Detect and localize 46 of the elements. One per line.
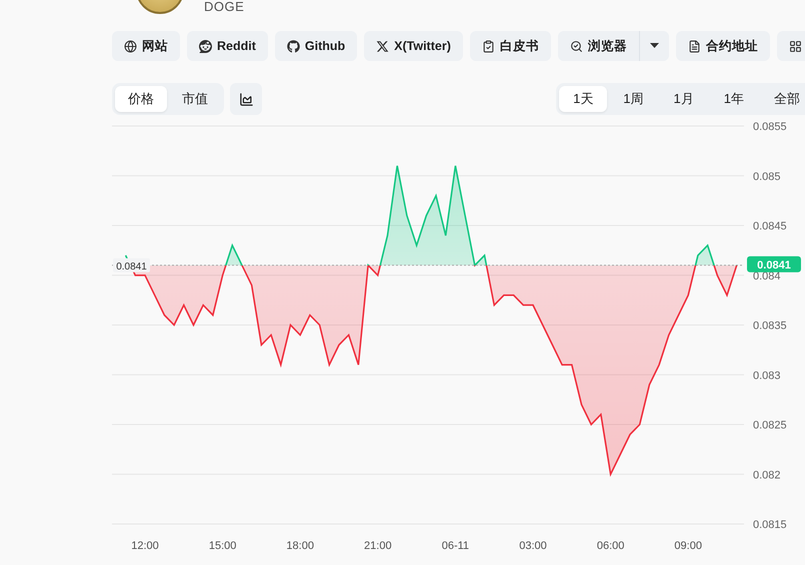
range-tab[interactable]: 1天 [559, 86, 608, 112]
search-icon [570, 40, 583, 52]
ref-line-label: 0.0841 [116, 261, 148, 272]
area-chart-icon [238, 92, 254, 106]
metric-tab[interactable]: 市值 [169, 86, 221, 112]
axis-label: 15:00 [208, 540, 236, 552]
grid-icon [788, 40, 802, 52]
axis-label: 09:00 [674, 540, 702, 552]
link-button[interactable]: Reddit [187, 31, 268, 61]
link-button[interactable]: 网站 [112, 31, 180, 61]
axis-label: 0.0825 [753, 420, 787, 432]
link-button[interactable]: Github [274, 31, 358, 61]
baseline-price-tag: 0.0841 [113, 258, 150, 272]
x-logo-icon [376, 40, 390, 52]
link-button[interactable] [776, 31, 805, 61]
axis-label: 0.0835 [753, 320, 787, 332]
range-tab[interactable]: 1周 [609, 86, 658, 112]
caret-icon [650, 43, 659, 49]
globe-icon [124, 40, 137, 52]
axis-label: 0.085 [753, 170, 781, 183]
chart-type-button[interactable] [230, 83, 262, 115]
document-icon [688, 40, 701, 52]
axis-label: 0.0845 [753, 220, 787, 232]
link-button[interactable]: X(Twitter) [364, 31, 463, 61]
axis-label: 06:00 [596, 540, 624, 552]
axis-label: 18:00 [286, 540, 314, 552]
axis-label: 0.083 [753, 370, 781, 382]
range-tab[interactable]: 全部 [760, 86, 805, 112]
axis-label: 06-11 [442, 540, 470, 552]
axis-label: 0.082 [753, 469, 781, 482]
link-button[interactable]: 白皮书 [470, 31, 551, 61]
clipboard-check-icon [482, 40, 495, 52]
metric-tab[interactable]: 价格 [115, 86, 167, 112]
axis-label: 12:00 [131, 540, 159, 552]
last-price-tag: 0.0841 [747, 256, 801, 272]
axis-label: 0.0815 [753, 519, 787, 531]
axis-label: 0.0855 [753, 121, 787, 133]
axis-label: 21:00 [364, 540, 392, 552]
axis-label: 03:00 [519, 540, 547, 552]
axis-label: 0.084 [753, 270, 781, 282]
range-tab[interactable]: 1月 [660, 86, 708, 112]
range-tab[interactable]: 1年 [710, 86, 758, 112]
reddit-icon [199, 40, 212, 52]
github-icon [286, 40, 300, 52]
link-button[interactable]: 合约地址 [676, 31, 770, 61]
coin-symbol: DOGE [204, 0, 244, 14]
